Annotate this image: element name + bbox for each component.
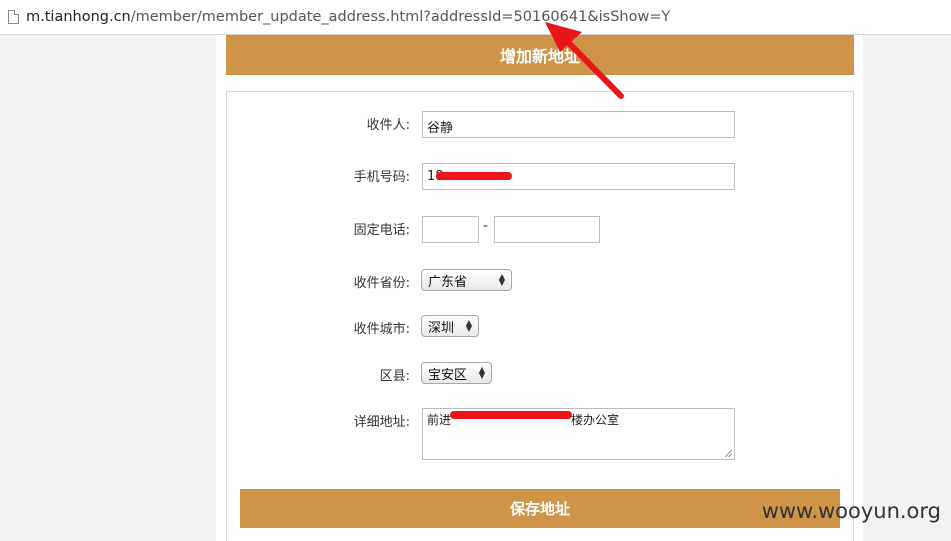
- watermark: www.wooyun.org: [761, 499, 941, 523]
- annotation-arrow-icon: [545, 22, 624, 99]
